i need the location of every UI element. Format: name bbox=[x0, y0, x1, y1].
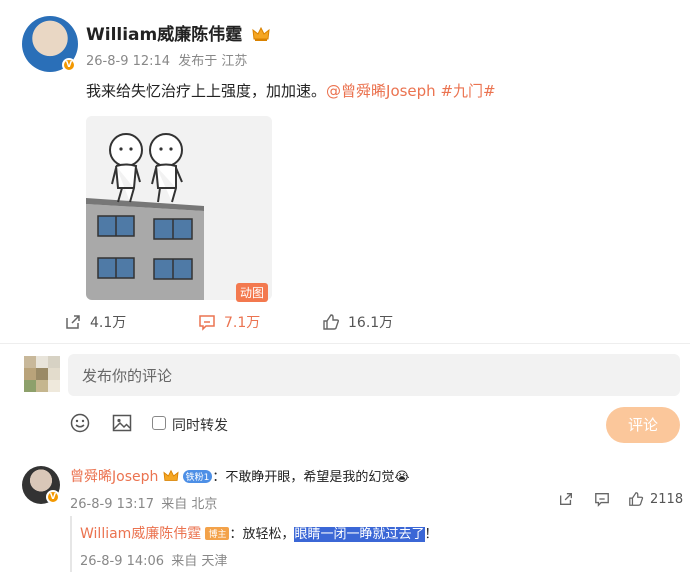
thumbs-up-icon bbox=[629, 492, 644, 506]
comment-location: 来自 北京 bbox=[161, 497, 218, 512]
comment-icon bbox=[595, 493, 609, 507]
blogger-badge: 博主 bbox=[205, 527, 230, 540]
repost-checkbox[interactable] bbox=[152, 416, 166, 430]
reply-text-line: William威廉陈伟霆 博主 ：放轻松，眼睛一闭一睁就过去了！ bbox=[80, 523, 438, 543]
comment-count: 7.1万 bbox=[224, 315, 261, 331]
post-time[interactable]: 26-8-9 12:14 bbox=[86, 54, 170, 69]
comment-time: 26-8-9 13:17 bbox=[70, 497, 155, 512]
comment-reply-button[interactable] bbox=[594, 491, 610, 507]
comment-like-count: 2118 bbox=[650, 491, 684, 507]
author-name[interactable]: William威廉陈伟霆 bbox=[86, 20, 270, 45]
commenter-name[interactable]: 曾舜晞Joseph bbox=[70, 469, 158, 485]
like-count: 16.1万 bbox=[348, 315, 394, 331]
submit-comment-button[interactable]: 评论 bbox=[606, 407, 680, 443]
share-icon bbox=[66, 315, 80, 329]
comment-input[interactable]: 发布你的评论 bbox=[68, 354, 680, 396]
post-gif-image[interactable] bbox=[86, 116, 272, 300]
post-meta: 26-8-9 12:14 发布于 江苏 bbox=[86, 50, 247, 69]
reply-location: 来自 天津 bbox=[171, 554, 228, 569]
my-avatar[interactable] bbox=[24, 356, 60, 392]
comment-share-button[interactable] bbox=[558, 491, 574, 507]
image-icon[interactable] bbox=[112, 413, 132, 433]
comment-button[interactable]: 7.1万 bbox=[198, 312, 260, 332]
reply-author-name[interactable]: William威廉陈伟霆 bbox=[80, 526, 201, 542]
comment-icon bbox=[199, 315, 215, 331]
divider bbox=[0, 343, 690, 344]
fan-badge: 铁粉1 bbox=[182, 470, 213, 483]
like-button[interactable]: 16.1万 bbox=[322, 312, 393, 332]
emoji-icon[interactable] bbox=[70, 413, 90, 433]
comment-text: ：不敢睁开眼，希望是我的幻觉😭 bbox=[212, 470, 410, 485]
post-text: 我来给失忆治疗上上强度，加加速。@曾舜晞Joseph #九门# bbox=[86, 80, 496, 101]
post-source: 发布于 江苏 bbox=[178, 54, 248, 69]
comment-meta: 26-8-9 13:17 来自 北京 bbox=[70, 493, 217, 512]
repost-button[interactable]: 4.1万 bbox=[64, 312, 126, 332]
thumbs-up-icon bbox=[323, 314, 340, 330]
reply-text-pre: ：放轻松， bbox=[229, 527, 295, 542]
reply-text-post: ！ bbox=[424, 527, 438, 542]
comment-like-button[interactable]: 2118 bbox=[628, 491, 683, 507]
reply-time: 26-8-9 14:06 bbox=[80, 554, 165, 569]
reply-meta: 26-8-9 14:06 来自 天津 bbox=[80, 550, 227, 569]
share-icon bbox=[560, 493, 572, 505]
post-text-main: 我来给失忆治疗上上强度，加加速。 bbox=[86, 82, 327, 100]
stick-figures-illustration bbox=[86, 116, 272, 300]
repost-label: 同时转发 bbox=[172, 418, 228, 434]
crown-icon bbox=[162, 469, 179, 481]
gif-badge: 动图 bbox=[236, 283, 269, 302]
author-name-text[interactable]: William威廉陈伟霆 bbox=[86, 25, 242, 45]
repost-count: 4.1万 bbox=[90, 315, 127, 331]
crown-icon bbox=[252, 26, 270, 41]
reply-text-highlighted: 眼睛一闭一睁就过去了 bbox=[294, 527, 425, 542]
verified-badge-icon: V bbox=[46, 490, 60, 504]
mention-link[interactable]: @曾舜晞Joseph bbox=[326, 82, 436, 100]
comment-text-line: 曾舜晞Joseph 铁粉1 ：不敢睁开眼，希望是我的幻觉😭 bbox=[70, 466, 410, 486]
verified-badge-icon: V bbox=[62, 58, 76, 72]
reply-indent-bar bbox=[70, 516, 72, 572]
hashtag-link[interactable]: #九门# bbox=[440, 82, 495, 100]
